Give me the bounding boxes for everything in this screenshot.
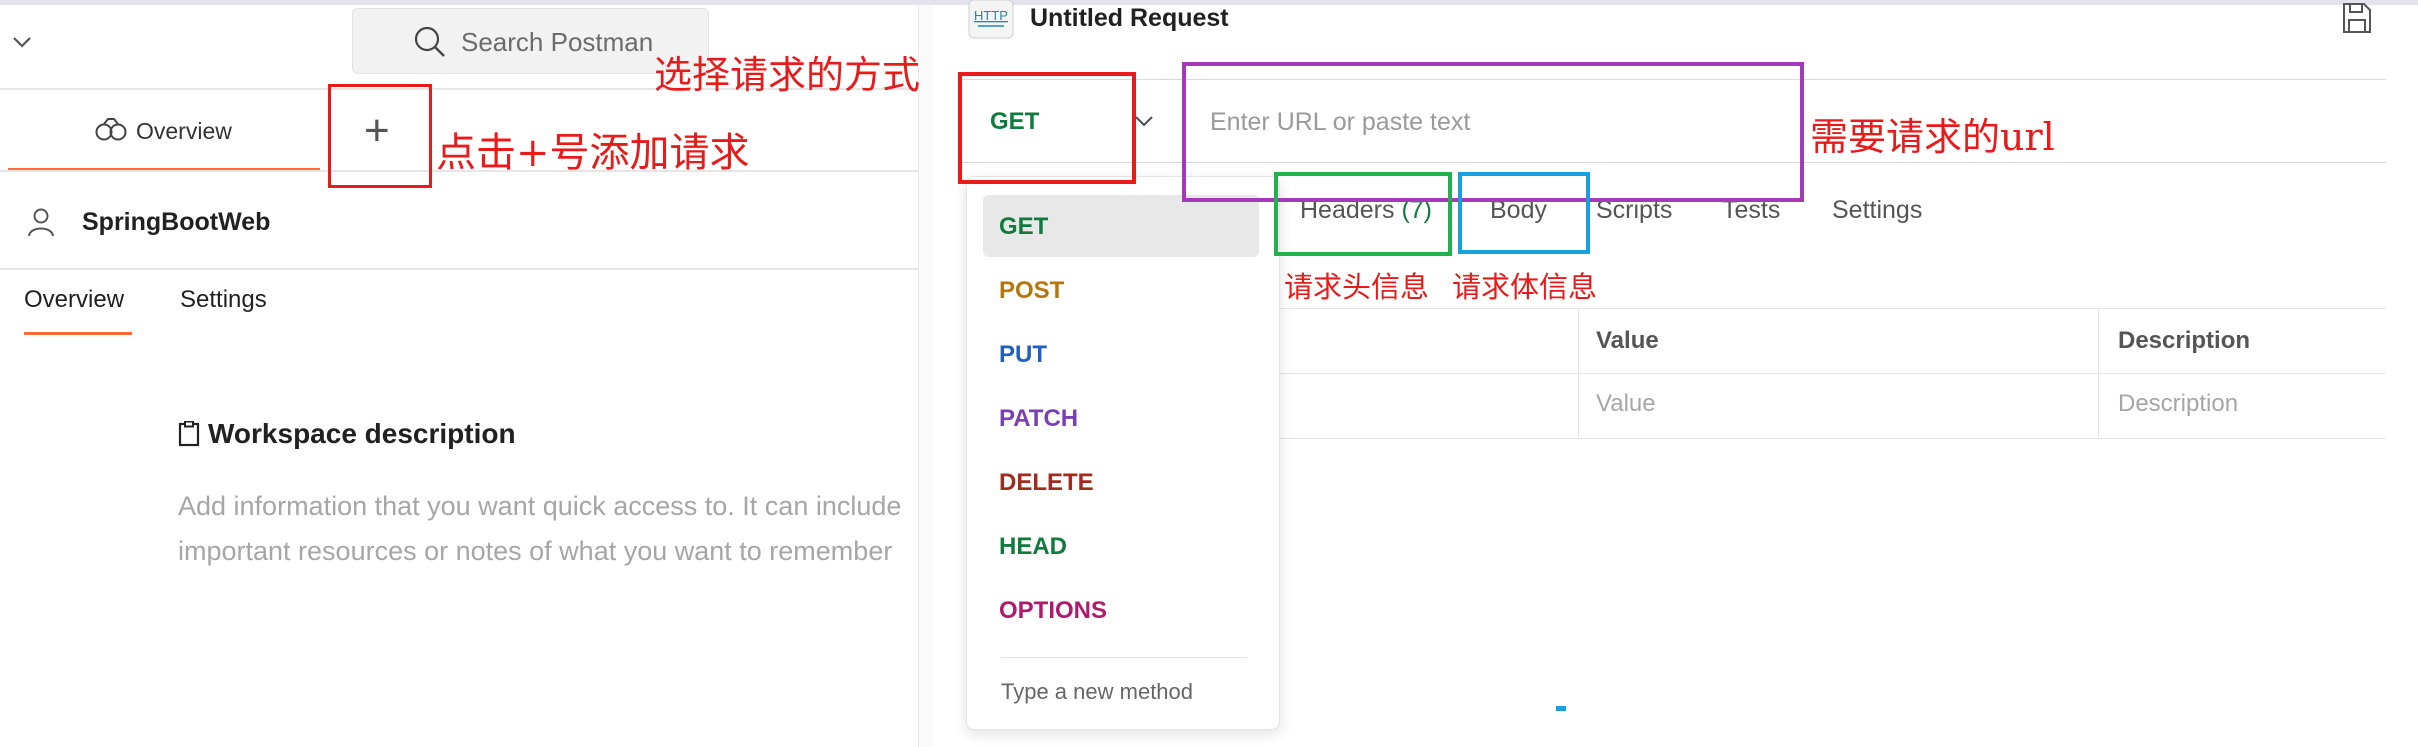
method-option-label: POST (999, 277, 1065, 304)
description-line: important resources or notes of what you… (178, 536, 893, 566)
search-icon (414, 26, 445, 57)
column-divider (2098, 308, 2099, 438)
method-option-label: HEAD (999, 533, 1068, 560)
annotation-choose-method: 选择请求的方式 (654, 53, 921, 97)
description-title-text: Workspace description (208, 418, 516, 449)
method-option-put[interactable]: PUT (983, 323, 1259, 385)
clipboard-icon (178, 420, 200, 447)
chevron-down-icon (1135, 116, 1153, 127)
method-option-delete[interactable]: DELETE (983, 451, 1259, 513)
column-header-description: Description (2118, 327, 2251, 354)
cursor-mark (1556, 706, 1566, 711)
annotation-box-body (1458, 172, 1590, 254)
method-option-get[interactable]: GET (983, 195, 1259, 257)
annotation-body-info: 请求体信息 (1452, 270, 1598, 304)
save-icon[interactable] (2342, 2, 2372, 39)
http-request-icon: HTTP (968, 0, 1014, 40)
description-input[interactable]: Description (2118, 390, 2238, 418)
person-icon (28, 208, 54, 237)
column-divider (1578, 308, 1579, 438)
method-option-options[interactable]: OPTIONS (983, 579, 1259, 641)
annotation-add-request: 点击+号添加请求 (436, 130, 750, 176)
workspace-description-title: Workspace description (178, 418, 516, 450)
dropdown-divider (1001, 657, 1247, 658)
tab-settings[interactable]: Settings (1832, 196, 1922, 225)
value-input[interactable]: Value (1596, 390, 1656, 418)
active-subtab-indicator (24, 332, 132, 335)
chevron-down-icon[interactable] (8, 28, 36, 56)
overview-icon (95, 118, 127, 141)
annotation-box-method (958, 72, 1136, 184)
annotation-box-add (328, 84, 432, 188)
search-placeholder: Search Postman (461, 27, 654, 57)
method-option-label: DELETE (999, 469, 1094, 496)
annotation-headers-info: 请求头信息 (1284, 270, 1430, 304)
method-option-label: OPTIONS (999, 597, 1108, 624)
workspace-name: SpringBootWeb (82, 208, 271, 236)
column-header-value: Value (1596, 327, 1659, 354)
method-option-head[interactable]: HEAD (983, 515, 1259, 577)
tab-overview-label: Overview (136, 118, 232, 144)
method-option-patch[interactable]: PATCH (983, 387, 1259, 449)
method-option-label: PUT (999, 341, 1047, 368)
new-method-input[interactable]: Type a new method (1001, 679, 1193, 705)
method-option-label: GET (999, 213, 1049, 240)
annotation-box-headers (1274, 172, 1452, 256)
method-dropdown: GET POST PUT PATCH DELETE HEAD OPTIONS T… (966, 176, 1280, 730)
request-title[interactable]: Untitled Request (1030, 4, 1229, 33)
workspace-description-text[interactable]: Add information that you want quick acce… (178, 484, 918, 574)
description-line: Add information that you want quick acce… (178, 491, 902, 521)
method-option-label: PATCH (999, 405, 1079, 432)
subtab-settings[interactable]: Settings (180, 286, 267, 314)
divider (0, 268, 918, 270)
tab-overview[interactable]: Overview (8, 90, 320, 170)
annotation-url: 需要请求的url (1810, 115, 2055, 159)
svg-text:HTTP: HTTP (974, 8, 1008, 23)
method-option-post[interactable]: POST (983, 259, 1259, 321)
subtab-overview[interactable]: Overview (24, 286, 124, 314)
pane-divider[interactable] (918, 5, 933, 747)
row-divider (1268, 438, 2386, 439)
